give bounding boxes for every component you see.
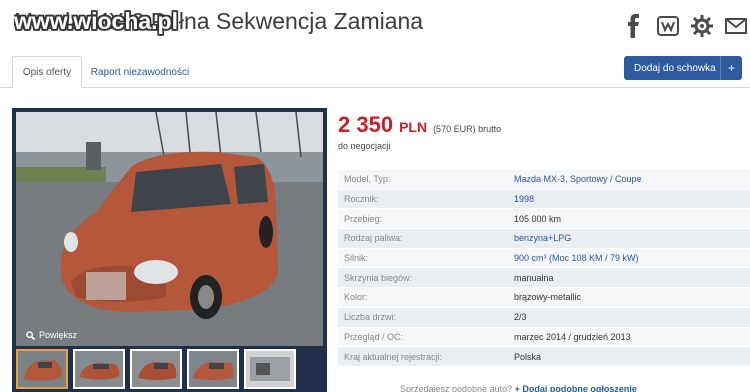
- spec-row: Liczba drzwi: 2/3: [338, 307, 750, 328]
- price-amount: 2 350: [338, 112, 394, 137]
- tab-raport-niezawodnosci[interactable]: Raport niezawodności: [86, 56, 194, 88]
- spec-value: 2/3: [514, 312, 527, 323]
- title-bar: Mazda MX-3 Pełna Sekwencja Zamiana www.w…: [0, 0, 750, 48]
- photo-gallery: Powiększ: [12, 108, 327, 392]
- spec-label: Kolor:: [344, 292, 368, 303]
- facebook-icon[interactable]: [622, 14, 646, 38]
- spec-value: Polska: [514, 351, 542, 362]
- spec-label: Przebieg:: [344, 213, 383, 224]
- spec-label: Rocznik:: [344, 194, 379, 205]
- zoom-label: Powiększ: [39, 330, 78, 340]
- thumbnail[interactable]: [130, 349, 182, 389]
- add-similar-ad-link[interactable]: + Dodaj podobne ogłoszenie: [515, 384, 637, 392]
- spec-row: Skrzynia biegów: manualna: [338, 268, 750, 289]
- thumbnail-strip: [16, 349, 296, 389]
- spec-value-link[interactable]: benzyna+LPG: [514, 233, 571, 243]
- spec-value-link[interactable]: Mazda MX-3, Sportowy / Coupe: [514, 174, 642, 184]
- spec-label: Przegląd / OC:: [344, 331, 404, 342]
- price-currency: PLN: [399, 119, 428, 135]
- spec-value: marzec 2014 / grudzień 2013: [514, 331, 631, 342]
- spec-row: Model, Typ: Mazda MX-3, Sportowy / Coupe: [338, 170, 750, 190]
- tab-opis-oferty[interactable]: Opis oferty: [12, 56, 82, 88]
- thumbnail[interactable]: [73, 349, 125, 389]
- magnifier-icon: [26, 330, 35, 340]
- thumbnail[interactable]: [244, 349, 296, 389]
- add-to-clipboard-button[interactable]: Dodaj do schowka +: [624, 56, 742, 80]
- price-box: 2 350 PLN (570 EUR) brutto do negocjacji: [338, 112, 501, 151]
- price-line: 2 350 PLN (570 EUR) brutto: [338, 112, 501, 138]
- thumbnail[interactable]: [16, 349, 68, 389]
- price-eur: (570 EUR) brutto: [433, 124, 502, 134]
- spec-row: Kolor: brązowy-metallic: [338, 288, 750, 308]
- spec-value: 105 000 km: [514, 213, 562, 224]
- spec-row: Przebieg: 105 000 km: [338, 209, 750, 230]
- similar-ad-text: Sprzedajesz podobne auto?: [400, 384, 513, 392]
- spec-label: Skrzynia biegów:: [344, 272, 413, 283]
- mail-icon[interactable]: [724, 14, 748, 38]
- main-photo[interactable]: Powiększ: [16, 112, 323, 346]
- add-to-clipboard-label: Dodaj do schowka: [634, 62, 716, 74]
- spec-row: Rodzaj paliwa: benzyna+LPG: [338, 229, 750, 249]
- thumbnail[interactable]: [187, 349, 239, 389]
- settings-icon[interactable]: [690, 14, 714, 38]
- zoom-button[interactable]: Powiększ: [26, 330, 77, 340]
- car-photo: [16, 112, 323, 346]
- watermark: www.wiocha.pl: [12, 6, 204, 42]
- spec-label: Kraj aktualnej rejestracji:: [344, 351, 443, 362]
- watermark-logo: www.wiocha.pl: [12, 7, 178, 34]
- share-icons: [622, 14, 748, 38]
- spec-row: Rocznik: 1998: [338, 189, 750, 210]
- spec-value-link[interactable]: 1998: [514, 194, 534, 204]
- plus-icon: +: [720, 56, 742, 80]
- similar-ad-hint: Sprzedajesz podobne auto? + Dodaj podobn…: [400, 384, 637, 392]
- price-negotiable: do negocjacji: [338, 141, 391, 151]
- spec-row: Przegląd / OC: marzec 2014 / grudzień 20…: [338, 327, 750, 348]
- spec-value: manualna: [514, 272, 554, 283]
- spec-value-link[interactable]: 900 cm³ (Moc 108 KM / 79 kW): [514, 253, 639, 263]
- spec-value: brązowy-metallic: [514, 292, 582, 303]
- spec-row: Kraj aktualnej rejestracji: Polska: [338, 347, 750, 367]
- spec-label: Liczba drzwi:: [344, 312, 397, 323]
- spec-row: Silnik: 900 cm³ (Moc 108 KM / 79 kW): [338, 248, 750, 269]
- spec-label: Model, Typ:: [344, 174, 391, 185]
- spec-label: Rodzaj paliwa:: [344, 233, 403, 244]
- svg-text:www.wiocha.pl: www.wiocha.pl: [14, 8, 178, 34]
- spec-table: Model, Typ: Mazda MX-3, Sportowy / Coupe…: [338, 170, 750, 367]
- wykop-icon[interactable]: [656, 14, 680, 38]
- spec-label: Silnik:: [344, 253, 369, 264]
